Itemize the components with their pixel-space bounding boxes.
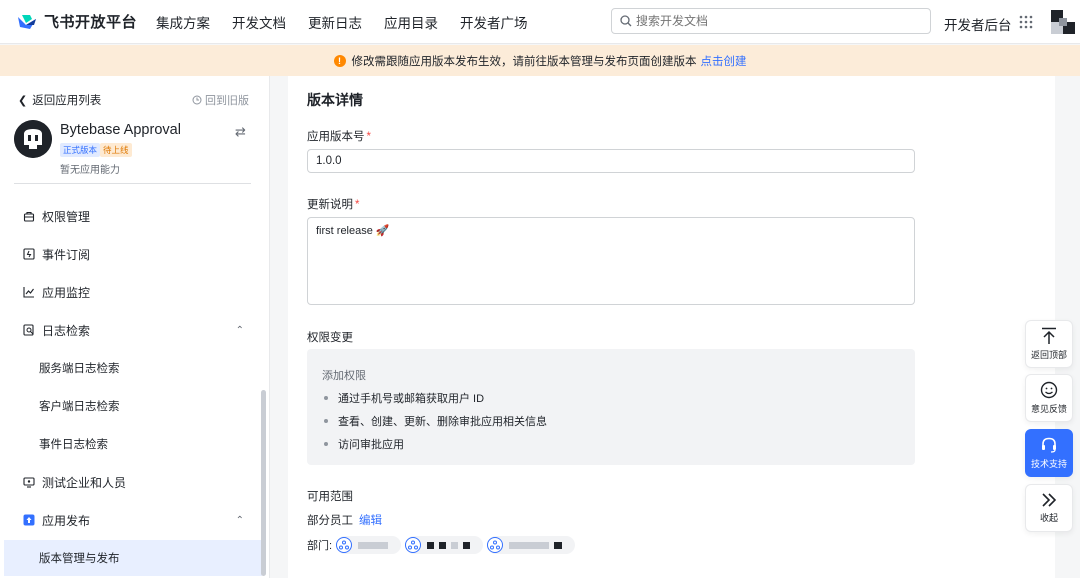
chevron-up-icon: ⌃ <box>235 324 244 336</box>
status-badge-pending: 待上线 <box>100 143 132 157</box>
chevron-left-icon: ❮ <box>18 94 28 107</box>
notice-banner: ! 修改需跟随应用版本发布生效，请前往版本管理与发布页面创建版本 点击创建 <box>0 45 1080 76</box>
scope-line: 部分员工 编辑 <box>307 512 382 528</box>
collapse-button[interactable]: 收起 <box>1025 484 1073 532</box>
sidebar-item-label: 日志检索 <box>42 323 91 338</box>
sidebar-scrollbar[interactable] <box>261 390 266 576</box>
sidebar-divider <box>14 183 251 184</box>
chart-icon <box>22 286 35 299</box>
list-item: 访问审批应用 <box>324 436 404 452</box>
department-chip[interactable] <box>487 536 576 554</box>
notes-label: 更新说明 * <box>307 199 360 211</box>
sidebar: ❮ 返回应用列表 回到旧版 Bytebase Approval ⇄ 正式版本 待… <box>0 76 270 578</box>
chevron-up-icon: ⌃ <box>235 514 244 526</box>
scope-value: 部分员工 <box>307 515 353 527</box>
log-search-icon <box>22 324 35 337</box>
department-chip[interactable] <box>336 536 402 554</box>
main-nav: 集成方案 开发文档 更新日志 应用目录 开发者广场 <box>156 12 550 32</box>
sidebar-item-publish[interactable]: 应用发布 ⌃ <box>0 502 262 538</box>
search-box[interactable] <box>611 8 931 34</box>
avatar[interactable] <box>1051 10 1075 34</box>
sidebar-item-label: 权限管理 <box>42 209 91 224</box>
org-icon <box>405 537 422 553</box>
release-notes-value: first release 🚀 <box>316 225 390 237</box>
nav-item-docs[interactable]: 开发文档 <box>232 12 286 32</box>
app-ability-text: 暂无应用能力 <box>60 165 120 176</box>
event-icon <box>22 248 35 261</box>
double-chevron-right-icon <box>1042 493 1057 507</box>
history-icon <box>192 95 202 105</box>
back-to-top-label: 返回顶部 <box>1030 350 1067 360</box>
list-item: 通过手机号或邮箱获取用户 ID <box>324 390 484 406</box>
publish-icon <box>22 514 35 527</box>
brand-name: 飞书开放平台 <box>44 14 138 31</box>
apps-grid-icon[interactable] <box>1019 15 1033 29</box>
top-nav: 飞书开放平台 集成方案 开发文档 更新日志 应用目录 开发者广场 开发者后台 <box>0 0 1080 44</box>
version-input[interactable]: 1.0.0 <box>307 149 915 173</box>
status-badge-online: 正式版本 <box>60 143 101 157</box>
department-label: 部门: <box>307 540 333 552</box>
sidebar-item-event-logs[interactable]: 事件日志检索 <box>0 426 262 462</box>
sidebar-item-version-management[interactable]: 版本管理与发布 <box>4 540 262 576</box>
release-notes-textarea[interactable]: first release 🚀 <box>307 217 915 305</box>
list-item: 查看、创建、更新、删除审批应用相关信息 <box>324 413 547 429</box>
lock-icon <box>22 210 35 223</box>
sidebar-item-log-search[interactable]: 日志检索 ⌃ <box>0 312 262 348</box>
scope-edit-link[interactable]: 编辑 <box>359 515 382 527</box>
nav-item-app-directory[interactable]: 应用目录 <box>384 12 438 32</box>
back-label: 返回应用列表 <box>32 95 102 107</box>
nav-item-changelog[interactable]: 更新日志 <box>308 12 362 32</box>
version-value: 1.0.0 <box>316 155 342 167</box>
org-icon <box>487 537 504 553</box>
sidebar-item-permissions[interactable]: 权限管理 <box>0 198 262 234</box>
feedback-label: 意见反馈 <box>1030 404 1067 414</box>
sidebar-item-label: 应用监控 <box>42 285 91 300</box>
feishu-logo-icon <box>18 14 36 29</box>
headset-icon <box>1042 437 1056 453</box>
department-chip[interactable] <box>405 536 484 554</box>
sidebar-item-label: 事件订阅 <box>42 247 91 262</box>
sidebar-item-client-logs[interactable]: 客户端日志检索 <box>0 388 262 424</box>
banner-text: 修改需跟随应用版本发布生效，请前往版本管理与发布页面创建版本 <box>351 55 697 68</box>
permission-changes-box: 添加权限 通过手机号或邮箱获取用户 ID 查看、创建、更新、删除审批应用相关信息… <box>307 349 915 465</box>
banner-create-link[interactable]: 点击创建 <box>701 53 747 69</box>
brand[interactable]: 飞书开放平台 <box>16 11 156 32</box>
org-icon <box>336 537 353 553</box>
tech-support-button[interactable]: 技术支持 <box>1025 429 1073 477</box>
permission-changes-title: 权限变更 <box>307 332 353 344</box>
added-permissions-heading: 添加权限 <box>322 370 366 382</box>
test-icon <box>22 476 35 489</box>
back-to-app-list[interactable]: ❮ 返回应用列表 <box>18 92 101 108</box>
scope-title: 可用范围 <box>307 491 353 503</box>
version-label: 应用版本号 * <box>307 131 371 143</box>
feedback-button[interactable]: 意见反馈 <box>1025 374 1073 422</box>
page-title: 版本详情 <box>307 92 363 108</box>
swap-app-icon[interactable]: ⇄ <box>235 124 246 140</box>
nav-item-solutions[interactable]: 集成方案 <box>156 12 210 32</box>
old-version-label: 回到旧版 <box>205 95 249 107</box>
department-list: 部门: <box>307 536 576 554</box>
sidebar-item-label: 测试企业和人员 <box>42 475 127 490</box>
dev-console-link[interactable]: 开发者后台 <box>944 14 1012 34</box>
tech-support-label: 技术支持 <box>1030 459 1067 469</box>
warning-icon: ! <box>333 54 346 67</box>
app-logo-icon <box>14 120 52 158</box>
back-to-top-button[interactable]: 返回顶部 <box>1025 320 1073 368</box>
sidebar-item-server-logs[interactable]: 服务端日志检索 <box>0 350 262 386</box>
back-to-old-version[interactable]: 回到旧版 <box>192 92 249 108</box>
arrow-top-icon <box>1042 327 1056 344</box>
search-input[interactable] <box>636 14 930 28</box>
main-content: 版本详情 应用版本号 * 1.0.0 更新说明 * first release 🚀 … <box>288 76 1055 578</box>
sidebar-item-monitoring[interactable]: 应用监控 <box>0 274 262 310</box>
sidebar-item-label: 应用发布 <box>42 513 91 528</box>
smile-icon <box>1040 381 1058 399</box>
nav-item-dev-plaza[interactable]: 开发者广场 <box>460 12 528 32</box>
sidebar-item-events[interactable]: 事件订阅 <box>0 236 262 272</box>
collapse-label: 收起 <box>1039 513 1058 523</box>
search-icon <box>620 15 632 27</box>
app-name: Bytebase Approval <box>60 122 181 138</box>
sidebar-item-test-org[interactable]: 测试企业和人员 <box>0 464 262 500</box>
